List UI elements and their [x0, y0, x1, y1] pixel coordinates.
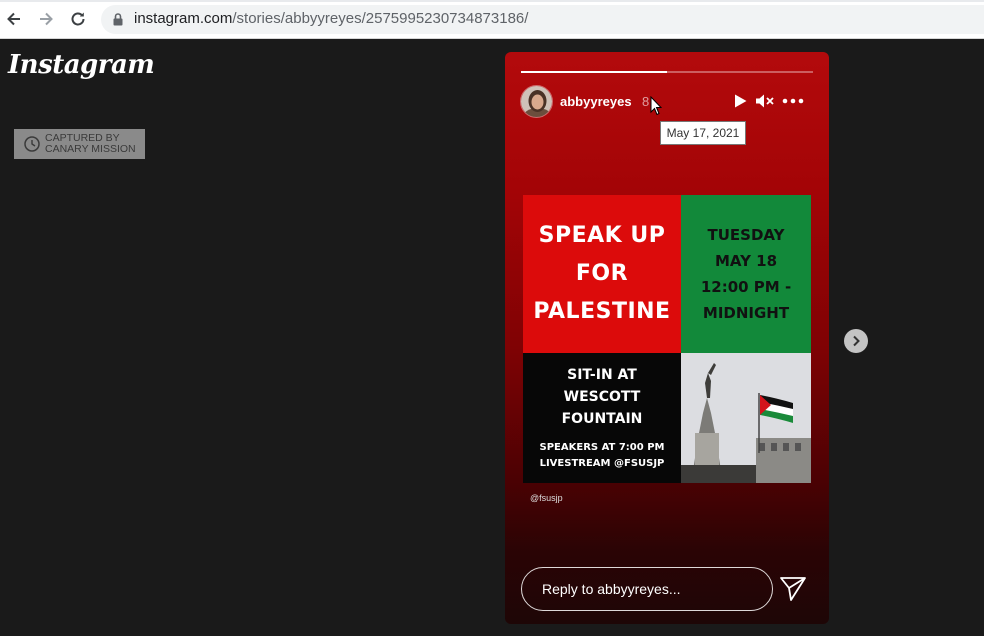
story-poster: SPEAK UP FOR PALESTINE TUESDAY MAY 18 12…	[523, 195, 811, 483]
story-timestamp: 8	[642, 94, 650, 109]
clock-icon	[24, 136, 40, 152]
poster-event-line: SIT-IN AT	[567, 367, 637, 383]
next-story-button[interactable]	[844, 329, 868, 353]
story-progress-bar	[521, 71, 813, 73]
avatar-photo	[521, 86, 552, 117]
poster-date-line: MIDNIGHT	[702, 304, 790, 322]
mute-button[interactable]	[755, 92, 775, 110]
avatar[interactable]	[520, 85, 553, 118]
url-path: /stories/abbyyreyes/2575995230734873186/	[232, 10, 529, 27]
instagram-logo[interactable]: Instagram	[8, 50, 155, 80]
reply-input[interactable]: Reply to abbyyreyes...	[521, 567, 773, 611]
poster-date-line: TUESDAY	[707, 226, 785, 244]
poster-event-block: SIT-IN AT WESCOTT FOUNTAIN SPEAKERS AT 7…	[523, 353, 681, 483]
url-host: instagram.com	[134, 10, 233, 27]
poster-details-line: LIVESTREAM @FSUSJP	[539, 458, 665, 469]
capture-badge: CAPTURED BY CANARY MISSION	[14, 129, 145, 159]
poster-date-line: MAY 18	[714, 252, 778, 270]
back-icon	[7, 12, 20, 26]
poster-details: SPEAKERS AT 7:00 PM LIVESTREAM @FSUSJP	[540, 440, 665, 472]
poster-date-line: 12:00 PM -	[700, 278, 792, 296]
mouse-cursor-icon	[650, 96, 662, 116]
forward-button[interactable]	[35, 8, 57, 30]
more-options-button[interactable]	[782, 92, 804, 110]
story-viewer[interactable]: abbyyreyes 8 May 17, 2021 SPEAK UP FOR P…	[505, 52, 829, 624]
story-handle: @fsusjp	[530, 493, 563, 503]
lock-icon	[113, 13, 123, 26]
tab-strip-edge	[0, 0, 984, 2]
story-progress-fill	[521, 71, 667, 73]
poster-headline-line: PALESTINE	[533, 299, 671, 324]
capture-badge-line2: CANARY MISSION	[45, 143, 136, 155]
reload-button[interactable]	[67, 8, 89, 30]
poster-photo	[681, 353, 811, 483]
capture-badge-text: CAPTURED BY CANARY MISSION	[45, 133, 136, 155]
poster-headline: SPEAK UP FOR PALESTINE	[523, 195, 681, 353]
monument-flag-photo	[681, 353, 811, 483]
story-username[interactable]: abbyyreyes	[560, 94, 632, 109]
back-button[interactable]	[3, 8, 25, 30]
poster-date-block: TUESDAY MAY 18 12:00 PM - MIDNIGHT	[681, 195, 811, 353]
poster-headline-line: FOR	[575, 261, 629, 286]
send-icon	[780, 577, 806, 601]
send-button[interactable]	[779, 576, 807, 602]
mute-icon	[756, 94, 774, 108]
poster-event-line: WESCOTT FOUNTAIN	[561, 389, 643, 427]
play-icon	[735, 94, 747, 108]
chevron-right-icon	[853, 335, 860, 347]
more-icon	[782, 98, 804, 104]
url-text[interactable]: instagram.com/stories/abbyyreyes/2575995…	[134, 10, 528, 27]
browser-toolbar: instagram.com/stories/abbyyreyes/2575995…	[0, 0, 984, 39]
reload-icon	[71, 12, 85, 26]
poster-details-line: SPEAKERS AT 7:00 PM	[539, 442, 665, 453]
timestamp-tooltip: May 17, 2021	[660, 121, 746, 145]
poster-headline-line: SPEAK UP	[538, 223, 666, 248]
reply-placeholder: Reply to abbyyreyes...	[542, 581, 681, 597]
forward-icon	[40, 12, 53, 26]
play-button[interactable]	[731, 92, 749, 110]
